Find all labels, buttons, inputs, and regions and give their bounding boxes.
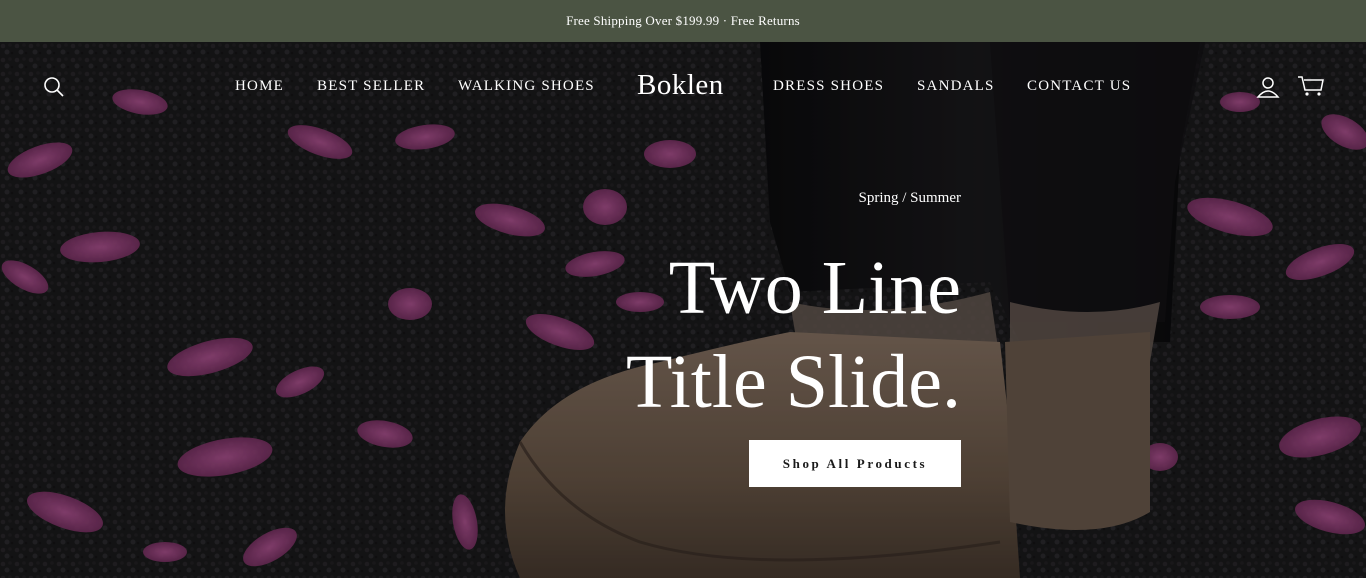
announcement-bar: Free Shipping Over $199.99 · Free Return… [0, 0, 1366, 42]
user-icon[interactable] [1256, 75, 1280, 99]
nav-dress-shoes[interactable]: DRESS SHOES [773, 78, 884, 95]
search-icon[interactable] [43, 76, 65, 98]
nav-contact-us[interactable]: CONTACT US [1027, 78, 1131, 95]
site-logo[interactable]: Boklen [637, 69, 724, 102]
announcement-text: Free Shipping Over $199.99 · Free Return… [566, 13, 800, 28]
shop-all-products-button[interactable]: Shop All Products [749, 440, 961, 487]
cart-icon[interactable] [1297, 75, 1325, 97]
nav-walking-shoes[interactable]: WALKING SHOES [458, 78, 595, 95]
nav-home[interactable]: HOME [235, 78, 284, 95]
nav-best-seller[interactable]: BEST SELLER [317, 78, 425, 95]
site-header: HOME BEST SELLER WALKING SHOES Boklen DR… [0, 42, 1366, 130]
nav-sandals[interactable]: SANDALS [917, 78, 995, 95]
